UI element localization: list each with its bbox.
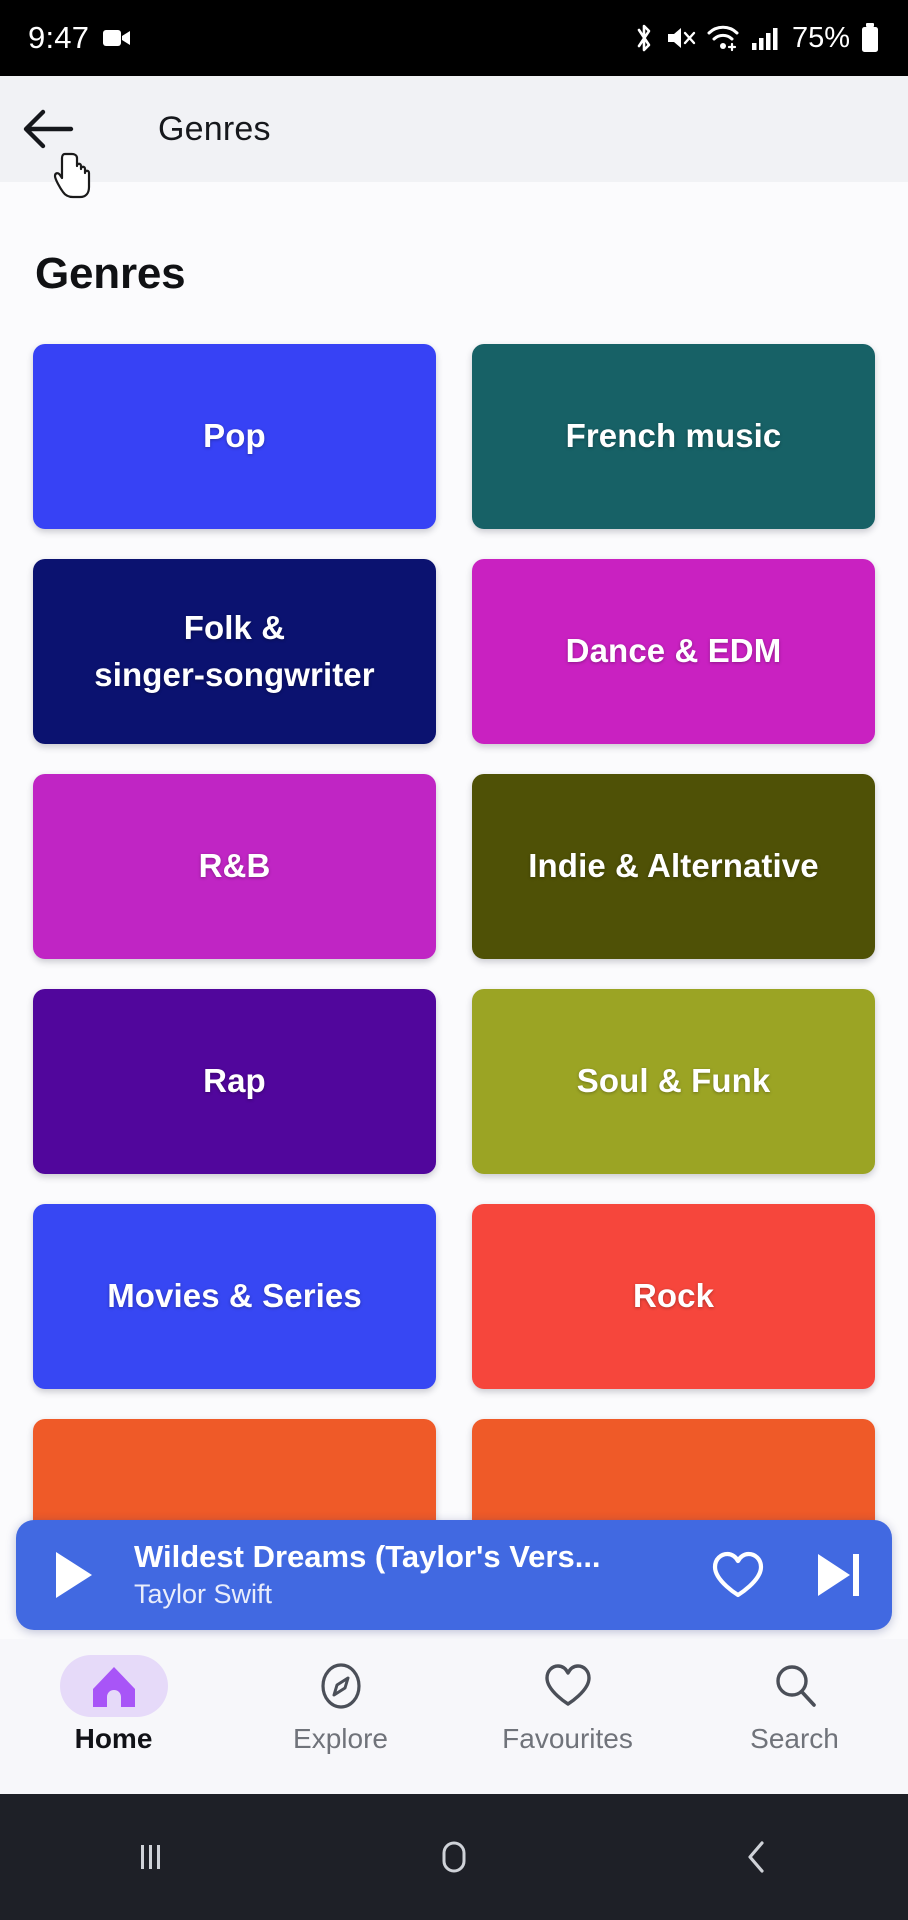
genre-tile-label: Pop bbox=[203, 417, 266, 455]
android-home-button[interactable] bbox=[303, 1835, 606, 1879]
genre-tile-label: Rap bbox=[203, 1062, 266, 1100]
genre-tile[interactable]: Rock bbox=[472, 1204, 875, 1389]
genre-tile[interactable]: Movies & Series bbox=[33, 1204, 436, 1389]
battery-percent-label: 75% bbox=[791, 21, 850, 54]
android-recents-button[interactable] bbox=[0, 1835, 303, 1879]
battery-icon bbox=[860, 23, 880, 53]
favourite-button[interactable] bbox=[710, 1549, 766, 1601]
page-title: Genres bbox=[35, 249, 186, 298]
nav-home-pill bbox=[59, 1655, 168, 1717]
nav-label-favourites: Favourites bbox=[502, 1723, 633, 1754]
play-icon bbox=[50, 1549, 96, 1601]
status-bar-right: 75% bbox=[632, 22, 880, 55]
back-button[interactable] bbox=[0, 76, 96, 182]
genre-tile[interactable]: French music bbox=[472, 344, 875, 529]
genre-tile-label: Movies & Series bbox=[107, 1277, 362, 1315]
genre-tile-label: Rock bbox=[632, 1277, 715, 1315]
home-icon bbox=[88, 1660, 140, 1712]
genre-tile[interactable]: Dance & EDM bbox=[472, 559, 875, 744]
android-navigation-bar bbox=[0, 1794, 908, 1920]
now-playing-artist: Taylor Swift bbox=[134, 1579, 273, 1610]
recents-icon bbox=[129, 1835, 173, 1879]
compass-icon bbox=[315, 1660, 367, 1712]
nav-item-explore[interactable]: Explore bbox=[227, 1655, 454, 1755]
nav-label-home: Home bbox=[74, 1723, 153, 1754]
back-chevron-icon bbox=[735, 1835, 779, 1879]
genre-tile-label: Folk & singer-songwriter bbox=[94, 608, 375, 693]
skip-next-icon bbox=[812, 1549, 864, 1601]
genre-tile[interactable]: Indie & Alternative bbox=[472, 774, 875, 959]
bluetooth-icon bbox=[632, 23, 656, 53]
back-arrow-icon bbox=[21, 108, 75, 150]
status-time: 9:47 bbox=[28, 20, 90, 55]
genre-tile[interactable]: Folk & singer-songwriter bbox=[33, 559, 436, 744]
mute-icon bbox=[666, 24, 696, 52]
nav-item-favourites[interactable]: Favourites bbox=[454, 1655, 681, 1755]
genre-tile[interactable]: Soul & Funk bbox=[472, 989, 875, 1174]
nav-item-search[interactable]: Search bbox=[681, 1655, 908, 1755]
app-root: 9:47 75% Genres Genres Pop French music … bbox=[0, 0, 908, 1920]
nav-item-home[interactable]: Home bbox=[0, 1655, 227, 1755]
android-back-button[interactable] bbox=[605, 1835, 908, 1879]
genres-scroll-area[interactable]: Genres Pop French music Folk & singer-son… bbox=[0, 182, 908, 1639]
app-bar: Genres bbox=[0, 76, 908, 182]
now-playing-title: Wildest Dreams (Taylor's Vers... bbox=[134, 1538, 601, 1574]
home-circle-icon bbox=[432, 1835, 476, 1879]
cellular-signal-icon bbox=[750, 24, 778, 52]
bottom-navigation: Home Explore Favourites Search bbox=[0, 1639, 908, 1794]
genre-tile-label: Soul & Funk bbox=[576, 1062, 771, 1100]
genre-tile-label: Indie & Alternative bbox=[528, 847, 819, 885]
nav-search-pill bbox=[741, 1655, 849, 1717]
now-playing-text: Wildest Dreams (Taylor's Vers... Taylor … bbox=[134, 1538, 710, 1613]
wifi-icon bbox=[706, 24, 740, 52]
genres-grid: Pop French music Folk & singer-songwriter… bbox=[0, 344, 908, 1604]
now-playing-bar[interactable]: Wildest Dreams (Taylor's Vers... Taylor … bbox=[16, 1520, 892, 1630]
status-bar-left: 9:47 bbox=[28, 20, 131, 56]
genre-tile-label: Dance & EDM bbox=[565, 632, 782, 670]
nav-label-explore: Explore bbox=[293, 1723, 388, 1754]
nav-explore-pill bbox=[287, 1655, 395, 1717]
genre-tile[interactable]: Rap bbox=[33, 989, 436, 1174]
genre-tile-label: French music bbox=[565, 417, 782, 455]
heart-icon bbox=[542, 1660, 594, 1712]
search-icon bbox=[769, 1660, 821, 1712]
app-bar-title: Genres bbox=[158, 109, 271, 148]
nav-label-search: Search bbox=[750, 1723, 839, 1754]
nav-favourites-pill bbox=[514, 1655, 622, 1717]
video-camera-icon bbox=[103, 28, 131, 48]
genre-tile-label: R&B bbox=[198, 847, 271, 885]
genre-tile[interactable]: Pop bbox=[33, 344, 436, 529]
genre-tile[interactable]: R&B bbox=[33, 774, 436, 959]
heart-outline-icon bbox=[710, 1549, 766, 1601]
next-track-button[interactable] bbox=[812, 1549, 864, 1601]
status-bar: 9:47 75% bbox=[0, 0, 908, 76]
play-button[interactable] bbox=[50, 1549, 96, 1601]
